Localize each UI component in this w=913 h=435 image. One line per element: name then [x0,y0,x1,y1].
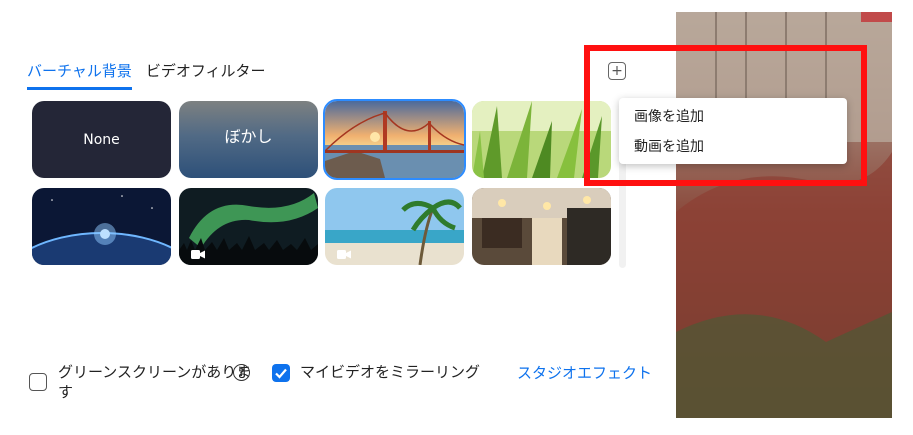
greenscreen-checkbox[interactable] [29,373,47,391]
thumb-label: None [83,131,120,148]
thumb-beach[interactable] [325,188,464,265]
red-highlight-box [584,45,867,186]
thumb-label: ぼかし [224,126,273,146]
tab-video-filter[interactable]: ビデオフィルター [146,60,266,90]
thumb-cafe[interactable] [472,188,611,265]
earth-image [32,188,171,265]
video-camera-icon [337,250,351,259]
thumb-blur[interactable]: ぼかし [179,101,318,178]
mirror-video-label: マイビデオをミラーリング [300,363,481,381]
cafe-image [472,188,611,265]
thumb-golden-gate[interactable] [323,99,466,180]
golden-gate-image [325,101,464,178]
checkmark-icon [275,368,287,379]
thumb-aurora[interactable] [179,188,318,265]
tab-virtual-background[interactable]: バーチャル背景 [27,60,132,90]
thumb-earth[interactable] [32,188,171,265]
studio-effects-link[interactable]: スタジオエフェクト [517,362,652,383]
tab-bar: バーチャル背景 ビデオフィルター [27,60,266,90]
greenscreen-label: グリーンスクリーンがありま す [58,363,252,401]
help-icon[interactable]: ? [233,364,250,381]
virtual-background-settings: バーチャル背景 ビデオフィルター + None ぼかし 画像を追加 動画を追加 … [0,0,913,435]
thumb-none[interactable]: None [32,101,171,178]
video-camera-icon [191,250,205,259]
mirror-video-checkbox[interactable] [272,364,290,382]
